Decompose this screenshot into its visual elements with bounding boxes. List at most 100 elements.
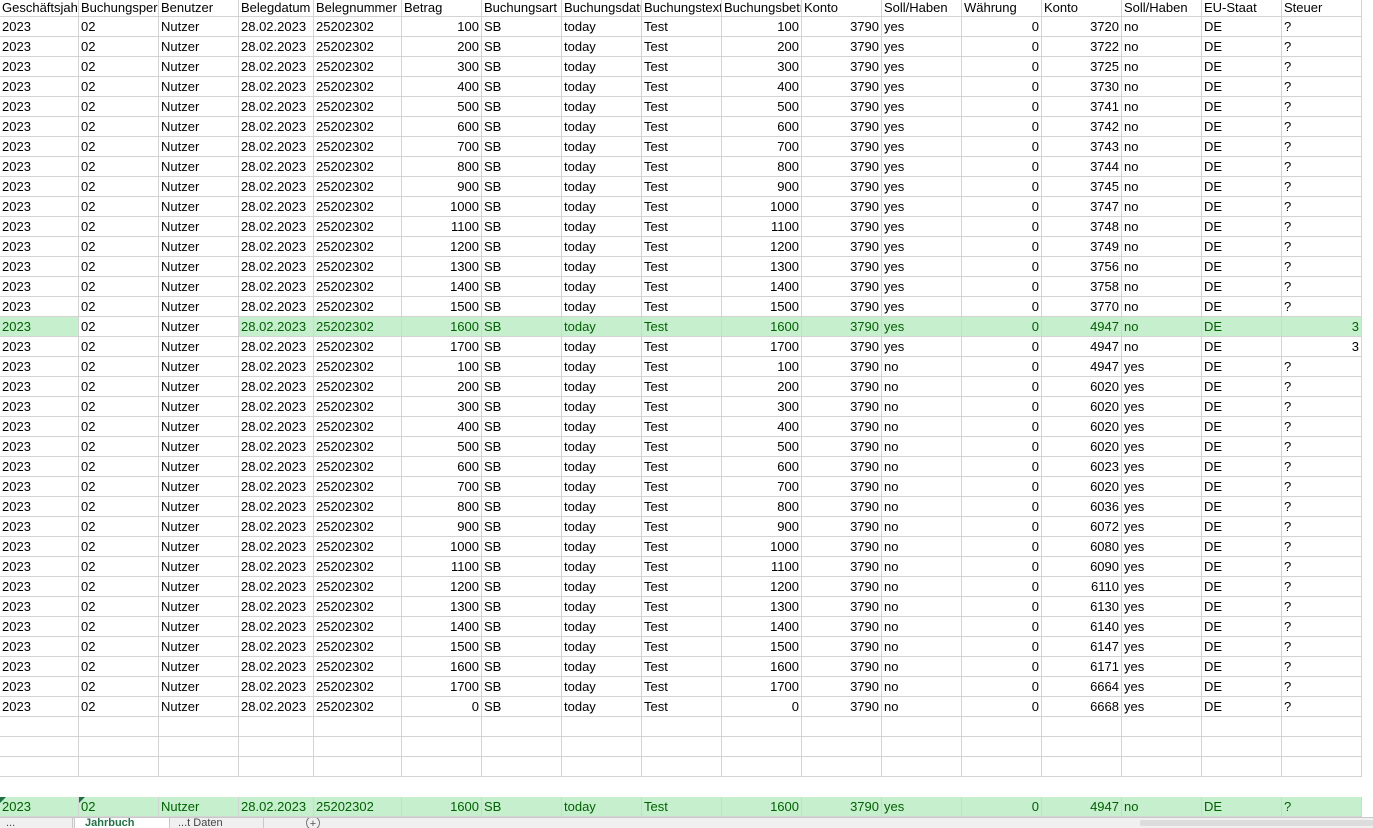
cell[interactable] <box>802 717 882 737</box>
add-sheet-icon[interactable]: + <box>306 818 320 828</box>
cell[interactable] <box>402 737 482 757</box>
cell[interactable]: 02 <box>79 617 159 637</box>
cell[interactable]: 1000 <box>722 537 802 557</box>
cell[interactable] <box>642 737 722 757</box>
cell[interactable]: Test <box>642 197 722 217</box>
cell[interactable]: ? <box>1282 617 1362 637</box>
cell[interactable]: 6020 <box>1042 417 1122 437</box>
cell[interactable]: SB <box>482 417 562 437</box>
table-row[interactable]: 2023 02 Nutzer 28.02.2023 25202302 1500 SB toda… <box>0 637 1373 657</box>
cell[interactable]: SB <box>482 457 562 477</box>
cell[interactable]: yes <box>882 197 962 217</box>
cell[interactable]: 600 <box>722 117 802 137</box>
cell[interactable]: 02 <box>79 417 159 437</box>
cell[interactable]: 2023 <box>0 637 79 657</box>
cell[interactable]: 25202302 <box>314 297 402 317</box>
cell[interactable]: 1300 <box>722 597 802 617</box>
cell[interactable]: SB <box>482 57 562 77</box>
table-row[interactable]: 2023 02 Nutzer 28.02.2023 25202302 1300 SB toda… <box>0 597 1373 617</box>
cell[interactable] <box>1282 737 1362 757</box>
cell[interactable]: 28.02.2023 <box>239 617 314 637</box>
cell[interactable]: 0 <box>962 297 1042 317</box>
cell[interactable]: DE <box>1202 677 1282 697</box>
cell[interactable]: 25202302 <box>314 17 402 37</box>
cell[interactable]: 3790 <box>802 477 882 497</box>
cell[interactable]: SB <box>482 37 562 57</box>
cell[interactable]: 2023 <box>0 697 79 717</box>
cell[interactable]: 02 <box>79 117 159 137</box>
cell[interactable]: 3790 <box>802 77 882 97</box>
cell[interactable]: 6023 <box>1042 457 1122 477</box>
table-row[interactable]: 2023 02 Nutzer 28.02.2023 25202302 1600 SB toda… <box>0 317 1373 337</box>
cell[interactable]: 25202302 <box>314 677 402 697</box>
cell[interactable]: 0 <box>962 417 1042 437</box>
cell[interactable]: yes <box>882 257 962 277</box>
cell[interactable]: 02 <box>79 597 159 617</box>
column-header[interactable]: Belegdatum <box>239 0 314 17</box>
cell[interactable] <box>722 717 802 737</box>
cell[interactable]: 0 <box>962 557 1042 577</box>
cell[interactable]: 3790 <box>802 697 882 717</box>
cell[interactable]: 6664 <box>1042 677 1122 697</box>
cell[interactable]: DE <box>1202 37 1282 57</box>
cell[interactable]: Test <box>642 157 722 177</box>
cell[interactable]: 25202302 <box>314 417 402 437</box>
cell[interactable]: 28.02.2023 <box>239 497 314 517</box>
cell[interactable]: 3745 <box>1042 177 1122 197</box>
cell[interactable]: ? <box>1282 597 1362 617</box>
table-row[interactable]: 2023 02 Nutzer 28.02.2023 25202302 1000 SB toda… <box>0 197 1373 217</box>
cell[interactable]: DE <box>1202 657 1282 677</box>
cell[interactable]: today <box>562 497 642 517</box>
cell[interactable]: ? <box>1282 537 1362 557</box>
cell[interactable]: 2023 <box>0 397 79 417</box>
cell[interactable]: 25202302 <box>314 377 402 397</box>
cell[interactable]: 28.02.2023 <box>239 97 314 117</box>
cell[interactable]: 600 <box>402 457 482 477</box>
cell[interactable]: 0 <box>962 577 1042 597</box>
cell[interactable]: 25202302 <box>314 117 402 137</box>
cell[interactable]: 3790 <box>802 177 882 197</box>
cell[interactable]: DE <box>1202 597 1282 617</box>
cell[interactable]: 2023 <box>0 597 79 617</box>
cell[interactable]: 3790 <box>802 517 882 537</box>
cell[interactable]: SB <box>482 17 562 37</box>
cell[interactable]: 25202302 <box>314 637 402 657</box>
column-header[interactable]: Soll/Haben <box>1122 0 1202 17</box>
cell[interactable]: 800 <box>722 157 802 177</box>
cell[interactable]: 02 <box>79 497 159 517</box>
cell[interactable]: 3790 <box>802 117 882 137</box>
cell[interactable]: 25202302 <box>314 157 402 177</box>
cell[interactable]: yes <box>882 337 962 357</box>
cell[interactable]: 4947 <box>1042 797 1122 817</box>
cell[interactable]: 28.02.2023 <box>239 37 314 57</box>
cell[interactable]: SB <box>482 297 562 317</box>
cell[interactable]: SB <box>482 377 562 397</box>
cell[interactable]: 28.02.2023 <box>239 697 314 717</box>
cell[interactable]: 02 <box>79 337 159 357</box>
cell[interactable]: yes <box>882 37 962 57</box>
table-row[interactable]: 2023 02 Nutzer 28.02.2023 25202302 800 SB today… <box>0 157 1373 177</box>
cell[interactable]: 2023 <box>0 457 79 477</box>
cell[interactable]: 300 <box>722 57 802 77</box>
cell[interactable]: 3790 <box>802 97 882 117</box>
cell[interactable] <box>642 717 722 737</box>
cell[interactable]: 28.02.2023 <box>239 217 314 237</box>
cell[interactable]: 2023 <box>0 197 79 217</box>
cell[interactable]: 25202302 <box>314 37 402 57</box>
cell[interactable]: DE <box>1202 797 1282 817</box>
cell[interactable]: today <box>562 557 642 577</box>
cell[interactable]: 500 <box>722 437 802 457</box>
cell[interactable]: ? <box>1282 37 1362 57</box>
table-row[interactable]: 2023 02 Nutzer 28.02.2023 25202302 1200 SB toda… <box>0 237 1373 257</box>
column-header[interactable]: Benutzer <box>159 0 239 17</box>
cell[interactable]: 25202302 <box>314 797 402 817</box>
cell[interactable]: 1000 <box>402 197 482 217</box>
cell[interactable]: 28.02.2023 <box>239 357 314 377</box>
cell[interactable]: ? <box>1282 557 1362 577</box>
cell[interactable]: no <box>1122 97 1202 117</box>
cell[interactable]: SB <box>482 117 562 137</box>
cell[interactable]: DE <box>1202 17 1282 37</box>
cell[interactable]: 0 <box>962 657 1042 677</box>
cell[interactable]: 800 <box>402 157 482 177</box>
cell[interactable]: 2023 <box>0 357 79 377</box>
